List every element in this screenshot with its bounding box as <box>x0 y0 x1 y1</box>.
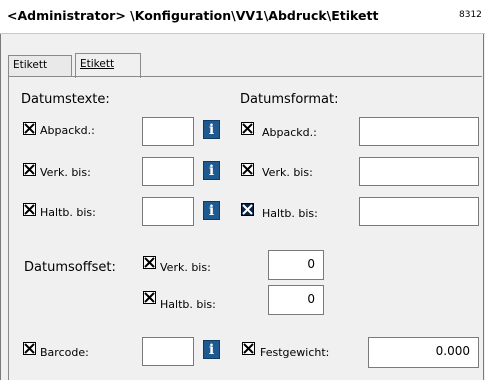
verk-offset-checkbox[interactable] <box>143 256 156 269</box>
verk-text-label: Verk. bis: <box>40 166 91 179</box>
barcode-input[interactable] <box>142 337 194 366</box>
verk-text-checkbox[interactable] <box>23 163 36 176</box>
haltb-offset-label: Haltb. bis: <box>160 298 216 311</box>
haltb-offset-checkbox[interactable] <box>143 291 156 304</box>
haltb-text-input[interactable] <box>142 197 194 226</box>
abpackd-format-label: Abpackd.: <box>262 126 317 139</box>
datumsoffset-label: Datumsoffset: <box>24 260 116 275</box>
festgewicht-input[interactable]: 0.000 <box>368 337 479 368</box>
abpackd-text-label: Abpackd.: <box>40 124 95 137</box>
verk-text-input[interactable] <box>142 157 194 186</box>
abpackd-text-input[interactable] <box>142 117 194 146</box>
window-title: <Administrator> \Konfiguration\VV1\Abdru… <box>7 8 379 23</box>
verk-info-icon[interactable]: i <box>203 161 220 180</box>
abpackd-text-checkbox[interactable] <box>23 122 36 135</box>
haltb-text-label: Haltb. bis: <box>40 206 96 219</box>
datumsformat-heading: Datumsformat: <box>240 92 339 107</box>
verk-format-label: Verk. bis: <box>262 166 313 179</box>
verk-format-input[interactable] <box>359 157 479 186</box>
verk-offset-label: Verk. bis: <box>160 261 211 274</box>
verk-offset-input[interactable]: 0 <box>268 250 324 280</box>
title-bar: <Administrator> \Konfiguration\VV1\Abdru… <box>0 0 485 34</box>
barcode-info-icon[interactable]: i <box>203 340 220 359</box>
haltb-text-checkbox[interactable] <box>23 203 36 216</box>
haltb-format-checkbox[interactable] <box>241 203 254 216</box>
barcode-label: Barcode: <box>40 346 89 359</box>
haltb-format-input[interactable] <box>359 197 479 226</box>
barcode-checkbox[interactable] <box>23 342 36 355</box>
window-code: 8312 <box>459 10 482 20</box>
datumstexte-heading: Datumstexte: <box>21 92 110 107</box>
tab-etikett-2[interactable]: Etikett <box>75 53 141 78</box>
haltb-info-icon[interactable]: i <box>203 201 220 220</box>
abpackd-format-input[interactable] <box>359 117 479 146</box>
festgewicht-label: Festgewicht: <box>260 346 330 359</box>
verk-format-checkbox[interactable] <box>241 163 254 176</box>
abpackd-format-checkbox[interactable] <box>241 122 254 135</box>
festgewicht-checkbox[interactable] <box>242 342 255 355</box>
tab-etikett-1[interactable]: Etikett <box>8 55 72 77</box>
haltb-offset-input[interactable]: 0 <box>268 285 324 315</box>
abpackd-info-icon[interactable]: i <box>203 120 220 139</box>
haltb-format-label: Haltb. bis: <box>262 207 318 220</box>
